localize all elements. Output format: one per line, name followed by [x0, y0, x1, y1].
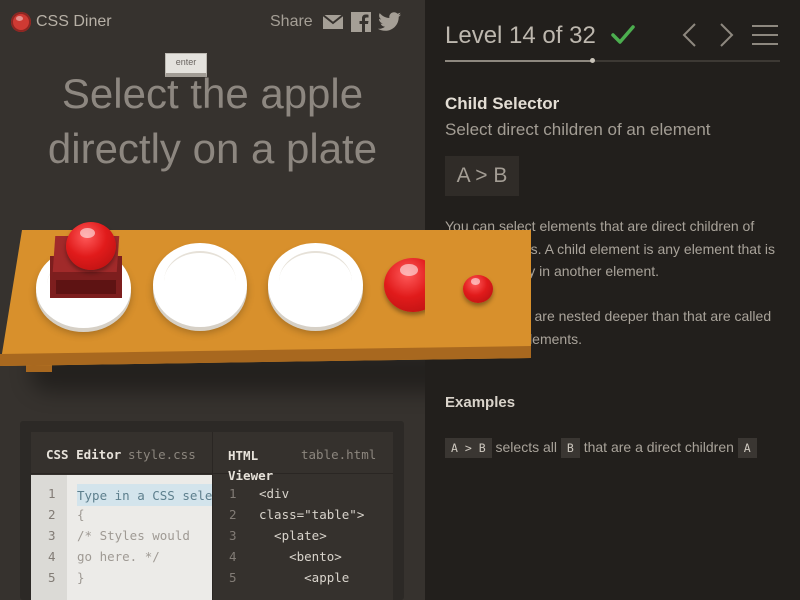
line-number: 1	[229, 486, 237, 501]
example-tag: B	[560, 438, 580, 459]
plate[interactable]	[153, 243, 247, 327]
editor-panes: CSS Editor style.css 1 2 3 4 5 { /* Styl…	[31, 432, 393, 600]
small-apple-overlay[interactable]	[463, 275, 493, 303]
html-gutter: 1 2 3 4 5	[213, 475, 241, 600]
line-number: 1	[48, 486, 56, 501]
css-gutter: 1 2 3 4 5	[31, 475, 67, 600]
line-number: 2	[229, 507, 237, 522]
progress-fill	[445, 60, 592, 62]
example-code: A > B	[445, 438, 492, 459]
css-code-line: go here. */	[77, 549, 160, 564]
css-selector-input[interactable]	[77, 484, 212, 506]
html-code-line[interactable]: <plate>	[259, 528, 327, 543]
html-code-line[interactable]: <apple	[259, 570, 349, 585]
line-number: 4	[48, 549, 56, 564]
app-title: CSS Diner	[36, 13, 112, 30]
line-number: 3	[48, 528, 56, 543]
facebook-icon[interactable]	[350, 12, 372, 32]
instruction-line-2: directly on a plate	[47, 125, 378, 172]
level-instruction: Select the apple directly on a plate	[0, 66, 425, 176]
selector-syntax: A > B	[445, 156, 519, 196]
html-code-line[interactable]: <div	[259, 486, 289, 501]
top-bar: CSS Diner Share	[0, 0, 425, 44]
level-progress-bar	[445, 58, 780, 63]
previous-level-button[interactable]	[681, 22, 697, 48]
bento-inner	[56, 280, 116, 294]
selector-title: Select direct children of an element	[445, 120, 711, 139]
menu-icon[interactable]	[751, 23, 779, 47]
mail-icon[interactable]	[322, 12, 344, 32]
share-label: Share	[270, 13, 313, 30]
line-number: 5	[48, 570, 56, 585]
css-editor-body: 1 2 3 4 5 { /* Styles would go here. */ …	[31, 475, 212, 600]
css-code-line: }	[77, 570, 85, 585]
code-editor: CSS Editor style.css 1 2 3 4 5 { /* Styl…	[20, 421, 404, 600]
css-code-line: /* Styles would	[77, 528, 190, 543]
examples-heading: Examples	[445, 394, 516, 411]
enter-button[interactable]: enter	[165, 53, 207, 77]
progress-marker	[589, 58, 595, 63]
level-complete-check-icon	[611, 25, 635, 44]
example-text: selects all	[491, 439, 561, 455]
example-text: that are a direct children	[579, 439, 738, 455]
css-code-line: {	[77, 507, 85, 522]
example-item: A > B selects all B that are a direct ch…	[445, 434, 785, 460]
css-editor-pane: CSS Editor style.css 1 2 3 4 5 { /* Styl…	[31, 432, 212, 600]
line-number: 2	[48, 507, 56, 522]
level-indicator: Level 14 of 32	[445, 22, 596, 49]
html-file-name: table.html	[301, 447, 377, 462]
html-code-line[interactable]: <bento>	[259, 549, 342, 564]
line-number: 3	[229, 528, 237, 543]
selector-name: Child Selector	[445, 94, 560, 113]
line-number: 4	[229, 549, 237, 564]
line-number: 5	[229, 570, 237, 585]
example-tag: A	[737, 438, 757, 459]
plate[interactable]	[268, 243, 363, 327]
css-editor-header: CSS Editor style.css	[31, 432, 212, 474]
apple-in-bento[interactable]	[66, 222, 116, 270]
html-viewer-header: HTML Viewer table.html	[213, 432, 393, 483]
twitter-icon[interactable]	[378, 12, 402, 32]
css-file-name: style.css	[128, 447, 196, 462]
next-level-button[interactable]	[719, 22, 735, 48]
css-editor-label: CSS Editor	[46, 447, 122, 462]
logo-icon	[11, 12, 31, 32]
html-viewer-pane: HTML Viewer table.html 1 2 3 4 5 <div cl…	[212, 432, 393, 600]
html-code-line[interactable]: class="table">	[259, 507, 364, 522]
instruction-line-1: Select the apple	[61, 70, 364, 117]
html-viewer-body: 1 2 3 4 5 <div class="table"> <plate> <b…	[213, 475, 394, 600]
